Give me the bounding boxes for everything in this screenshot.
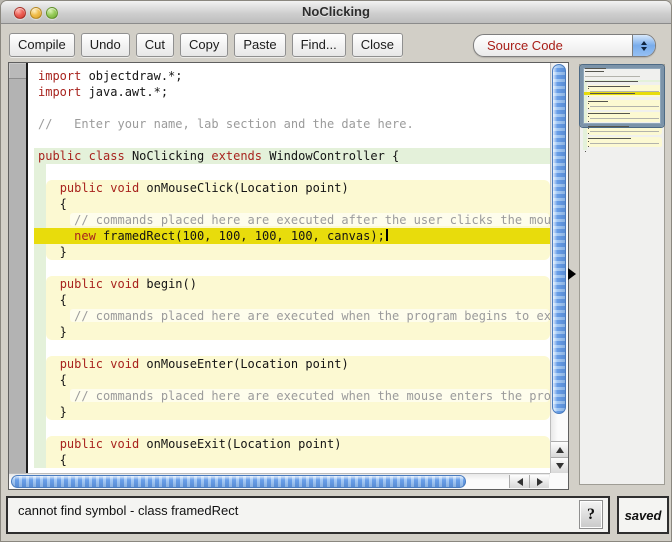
- paste-button[interactable]: Paste: [234, 33, 285, 57]
- cut-button[interactable]: Cut: [136, 33, 174, 57]
- code-line-text: // Enter your name, lab section and the …: [30, 116, 550, 132]
- toolbar: CompileUndoCutCopyPaste Find...Close Sour…: [1, 24, 671, 62]
- code-line[interactable]: // commands placed here are executed whe…: [30, 388, 550, 404]
- code-line-text: {: [30, 196, 550, 212]
- view-selector-value: Source Code: [487, 38, 563, 53]
- breakpoint-gutter[interactable]: [9, 63, 28, 473]
- scroll-right-button[interactable]: [529, 475, 549, 488]
- code-line-text: // commands placed here are executed aft…: [30, 212, 550, 228]
- vertical-scrollbar-thumb[interactable]: [552, 64, 566, 414]
- code-line-text: public void onMouseExit(Location point): [30, 436, 550, 452]
- code-line[interactable]: public void begin(): [30, 276, 550, 292]
- scroll-left-button[interactable]: [509, 475, 529, 488]
- code-line[interactable]: }: [30, 404, 550, 420]
- code-line[interactable]: [30, 260, 550, 276]
- code-line-text: import java.awt.*;: [30, 84, 550, 100]
- code-line[interactable]: public void onMouseClick(Location point): [30, 180, 550, 196]
- code-line-text: {: [30, 372, 550, 388]
- code-line-text: new framedRect(100, 100, 100, 100, canva…: [30, 228, 550, 244]
- code-line[interactable]: public void onMouseExit(Location point): [30, 436, 550, 452]
- code-line-text: // commands placed here are executed whe…: [30, 388, 550, 404]
- code-line[interactable]: // commands placed here are executed whe…: [30, 308, 550, 324]
- minimap-panel[interactable]: [579, 64, 665, 485]
- code-line[interactable]: {: [30, 196, 550, 212]
- vertical-scroll-buttons: [551, 441, 568, 473]
- view-selector-dropdown[interactable]: Source Code: [473, 34, 656, 57]
- code-line-text: }: [30, 404, 550, 420]
- vertical-scrollbar[interactable]: [550, 63, 568, 473]
- code-line[interactable]: [30, 100, 550, 116]
- horizontal-scroll-buttons: [509, 475, 549, 488]
- scrollbar-corner: [550, 473, 568, 489]
- code-line[interactable]: {: [30, 372, 550, 388]
- code-line[interactable]: [30, 132, 550, 148]
- gutter-header: [9, 63, 26, 79]
- code-line-text: public void onMouseClick(Location point): [30, 180, 550, 196]
- code-line-text: }: [30, 324, 550, 340]
- copy-button[interactable]: Copy: [180, 33, 228, 57]
- app-window: NoClicking CompileUndoCutCopyPaste Find..…: [0, 0, 672, 542]
- save-status: saved: [625, 508, 662, 523]
- horizontal-scrollbar[interactable]: [9, 473, 550, 489]
- dropdown-stepper-icon[interactable]: [632, 35, 655, 56]
- minimap-line: [581, 150, 663, 153]
- code-line-text: }: [30, 244, 550, 260]
- window-title: NoClicking: [1, 4, 671, 19]
- code-line-text: {: [30, 452, 550, 468]
- code-line[interactable]: public void onMouseEnter(Location point): [30, 356, 550, 372]
- arrow-down-icon: [556, 463, 564, 473]
- code-line[interactable]: // commands placed here are executed aft…: [30, 212, 550, 228]
- compile-button[interactable]: Compile: [9, 33, 75, 57]
- code-line[interactable]: public class NoClicking extends WindowCo…: [30, 148, 550, 164]
- help-button[interactable]: ?: [579, 500, 603, 529]
- code-line[interactable]: }: [30, 324, 550, 340]
- title-bar[interactable]: NoClicking: [1, 1, 671, 24]
- toolbar-buttons: CompileUndoCutCopyPaste Find...Close: [9, 33, 403, 57]
- code-line-text: public void onMouseEnter(Location point): [30, 356, 550, 372]
- arrow-up-icon: [556, 443, 564, 453]
- editor-panel: import objectdraw.*;import java.awt.*; //…: [8, 62, 569, 490]
- horizontal-scrollbar-thumb[interactable]: [11, 475, 466, 488]
- save-status-box: saved: [617, 496, 669, 534]
- arrow-right-icon: [537, 478, 547, 486]
- code-line[interactable]: [30, 420, 550, 436]
- close-button[interactable]: Close: [352, 33, 403, 57]
- code-line[interactable]: }: [30, 244, 550, 260]
- code-line-text: {: [30, 292, 550, 308]
- code-line-text: public class NoClicking extends WindowCo…: [30, 148, 550, 164]
- status-message-box: cannot find symbol - class framedRect ?: [6, 496, 610, 534]
- code-line[interactable]: [30, 164, 550, 180]
- code-line-text: import objectdraw.*;: [30, 68, 550, 84]
- status-message: cannot find symbol - class framedRect: [18, 503, 238, 518]
- code-line[interactable]: new framedRect(100, 100, 100, 100, canva…: [30, 228, 550, 244]
- code-line[interactable]: import objectdraw.*;: [30, 68, 550, 84]
- code-line[interactable]: {: [30, 292, 550, 308]
- undo-button[interactable]: Undo: [81, 33, 130, 57]
- code-area[interactable]: import objectdraw.*;import java.awt.*; //…: [30, 63, 550, 473]
- text-caret: [386, 229, 388, 241]
- code-line[interactable]: [30, 340, 550, 356]
- code-line-text: public void begin(): [30, 276, 550, 292]
- scroll-down-button[interactable]: [551, 457, 568, 473]
- code-line-text: // commands placed here are executed whe…: [30, 308, 550, 324]
- find-button[interactable]: Find...: [292, 33, 346, 57]
- scroll-up-button[interactable]: [551, 441, 568, 457]
- code-line[interactable]: import java.awt.*;: [30, 84, 550, 100]
- arrow-left-icon: [513, 478, 523, 486]
- code-line[interactable]: // Enter your name, lab section and the …: [30, 116, 550, 132]
- code-line[interactable]: {: [30, 452, 550, 468]
